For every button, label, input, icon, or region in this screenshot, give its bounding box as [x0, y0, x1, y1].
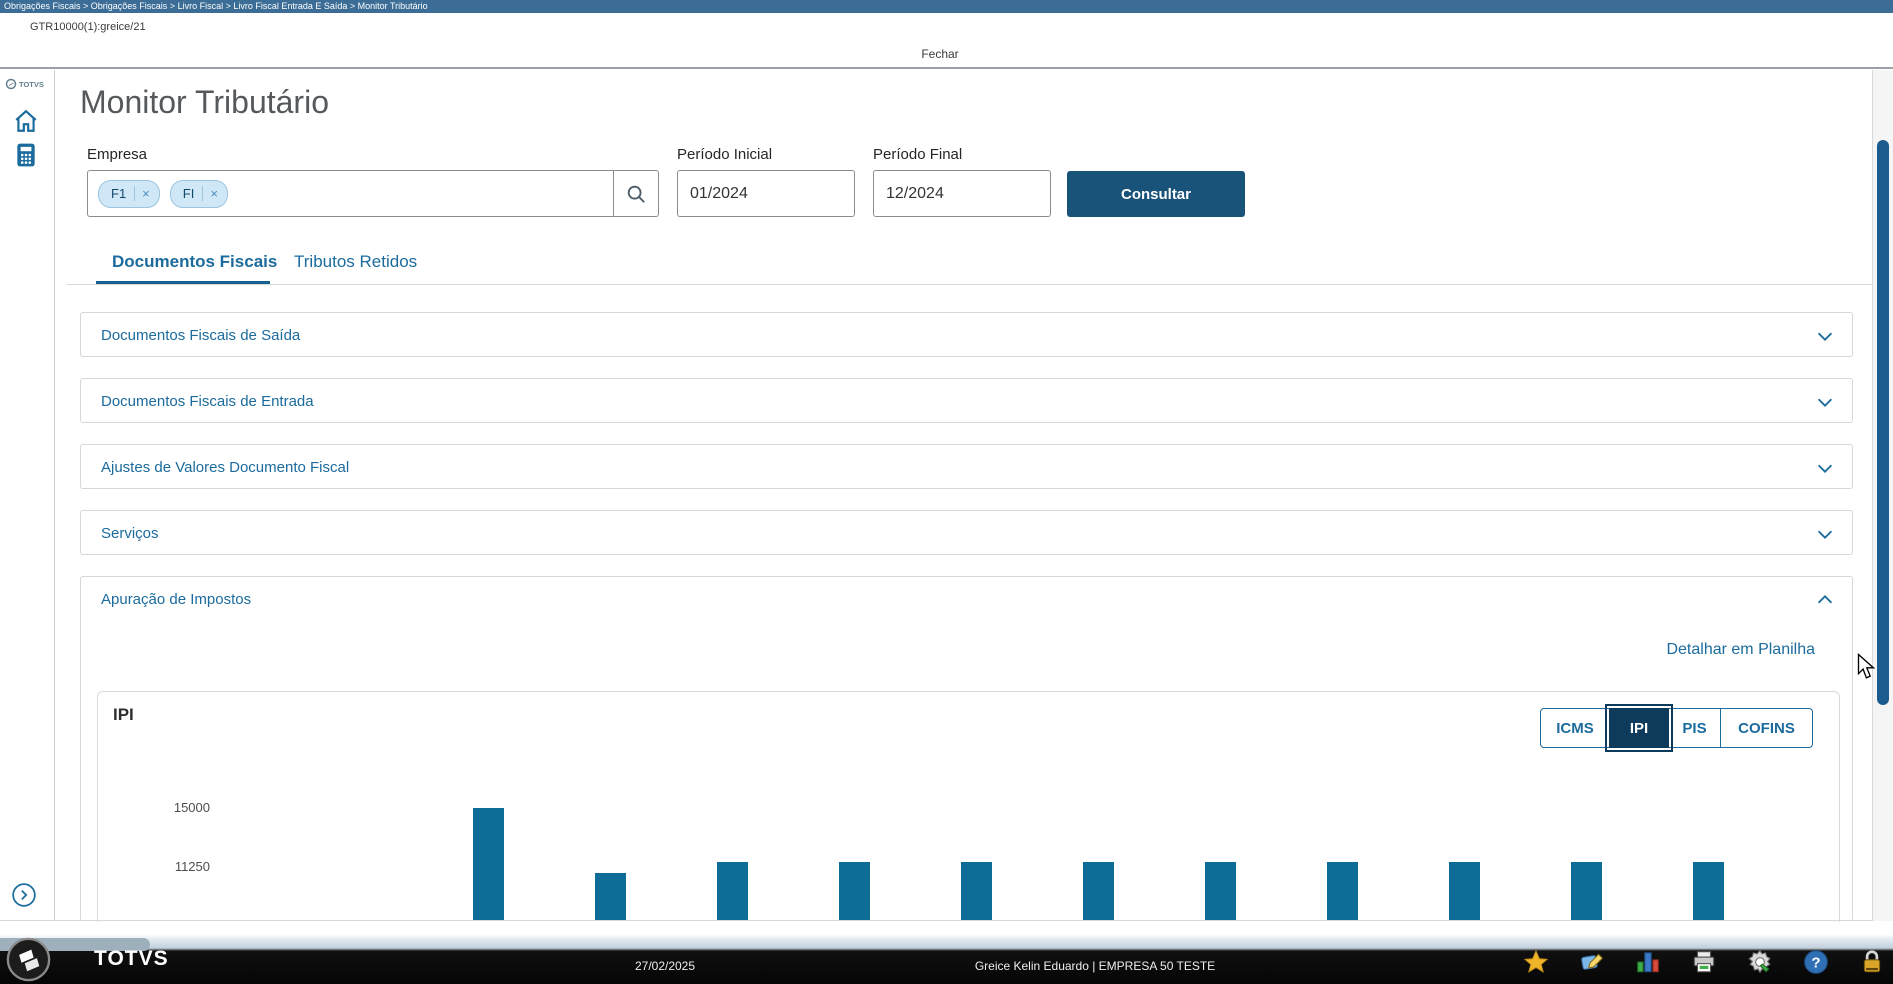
printer-icon[interactable] — [1691, 949, 1717, 975]
empresa-input[interactable]: F1 × FI × — [87, 170, 659, 217]
scrollbar-thumb[interactable] — [1877, 140, 1889, 705]
empresa-label: Empresa — [87, 146, 148, 163]
chart-bar — [1571, 862, 1602, 920]
chart-title: IPI — [113, 705, 134, 724]
tax-button-pis[interactable]: PIS — [1668, 708, 1721, 748]
tab-documentos-fiscais[interactable]: Documentos Fiscais — [112, 252, 277, 272]
taskbar: TOTVS 27/02/2025 Greice Kelin Eduardo | … — [0, 935, 1893, 984]
panel-title: Serviços — [101, 525, 159, 542]
panel-title: Apuração de Impostos — [101, 591, 252, 608]
periodo-final-value: 12/2024 — [886, 184, 944, 202]
settings-gear-icon[interactable] — [1747, 949, 1773, 975]
periodo-inicial-value: 01/2024 — [690, 184, 748, 202]
edit-note-icon[interactable] — [1579, 949, 1605, 975]
tag-remove-icon[interactable]: × — [134, 186, 159, 201]
chevron-up-icon — [1817, 595, 1833, 604]
chart-bar — [473, 808, 504, 920]
sidebar-item-home[interactable] — [13, 108, 39, 134]
chart-bar — [595, 872, 626, 920]
content-bottom-border — [0, 920, 1872, 921]
program-tab[interactable]: GTR10000(1):greice/21 — [30, 21, 146, 33]
svg-text:?: ? — [1811, 954, 1820, 971]
panel-serviços[interactable]: Serviços — [80, 510, 1853, 555]
tabs-baseline — [66, 284, 1872, 285]
chart-bar — [1205, 862, 1236, 920]
sidebar-expand-button[interactable] — [11, 882, 37, 908]
system-tray: ? — [1523, 949, 1885, 975]
panel-toggle-button[interactable] — [1814, 457, 1836, 479]
empresa-tag-label: FI — [182, 186, 195, 201]
tab-tributos-retidos[interactable]: Tributos Retidos — [294, 252, 417, 272]
empresa-tag[interactable]: F1 × — [98, 179, 160, 208]
search-icon — [627, 185, 645, 203]
help-icon[interactable]: ? — [1803, 949, 1829, 975]
empresa-tag[interactable]: FI × — [169, 179, 228, 208]
totvs-mini-logo: TOTVS — [5, 78, 51, 90]
periodo-final-field[interactable]: 12/2024 — [873, 170, 1051, 217]
chevron-right-circle-icon — [12, 883, 36, 907]
consultar-button[interactable]: Consultar — [1067, 171, 1245, 217]
panel-title: Ajustes de Valores Documento Fiscal — [101, 459, 350, 476]
tax-button-cofins[interactable]: COFINS — [1720, 708, 1813, 748]
chart-bar — [1327, 862, 1358, 920]
totvs-taskbar-logo — [6, 937, 51, 982]
panel-ajustes-de-valores-documento-fiscal[interactable]: Ajustes de Valores Documento Fiscal — [80, 444, 1853, 489]
active-tab-underline — [96, 281, 270, 284]
chart-bar — [839, 862, 870, 920]
chevron-down-icon — [1817, 332, 1833, 341]
close-window-button[interactable]: Fechar — [860, 47, 1020, 61]
panel-toggle-button[interactable] — [1814, 589, 1836, 611]
panel-title: Documentos Fiscais de Saída — [101, 327, 301, 344]
sidebar: TOTVS — [0, 70, 55, 921]
chart-bar — [1449, 862, 1480, 920]
tax-button-icms[interactable]: ICMS — [1540, 708, 1610, 748]
tax-toggle-group: ICMS IPI PIS COFINS — [1540, 704, 1813, 752]
periodo-final-label: Período Final — [873, 146, 963, 163]
totvs-ring-icon — [5, 78, 17, 90]
chevron-down-icon — [1817, 464, 1833, 473]
favorites-star-icon[interactable] — [1523, 949, 1549, 975]
periodo-inicial-field[interactable]: 01/2024 — [677, 170, 855, 217]
window-divider — [0, 67, 1893, 69]
empresa-tag-list: F1 × FI × — [98, 179, 613, 208]
home-icon — [15, 109, 37, 132]
panel-title: Documentos Fiscais de Entrada — [101, 393, 314, 410]
lock-icon[interactable] — [1859, 949, 1885, 975]
empresa-tag-label: F1 — [111, 186, 127, 201]
totvs-mini-label: TOTVS — [19, 79, 44, 89]
chart-3d-icon[interactable] — [1635, 949, 1661, 975]
panel-documentos-fiscais-de-entrada[interactable]: Documentos Fiscais de Entrada — [80, 378, 1853, 423]
chart-bar — [1083, 862, 1114, 920]
chevron-down-icon — [1817, 530, 1833, 539]
taskbar-user-info: Greice Kelin Eduardo | EMPRESA 50 TESTE — [974, 959, 1216, 973]
y-tick-label: 15000 — [173, 800, 210, 815]
page-title: Monitor Tributário — [80, 84, 329, 120]
sidebar-item-calculator[interactable] — [13, 142, 39, 168]
panel-toggle-button[interactable] — [1814, 391, 1836, 413]
detalhar-em-planilha-link[interactable]: Detalhar em Planilha — [1515, 641, 1815, 659]
chevron-down-icon — [1817, 398, 1833, 407]
panel-toggle-button[interactable] — [1814, 523, 1836, 545]
periodo-inicial-label: Período Inicial — [677, 146, 773, 163]
tag-remove-icon[interactable]: × — [202, 186, 227, 201]
taskbar-date: 27/02/2025 — [634, 959, 696, 973]
panel-toggle-button[interactable] — [1814, 325, 1836, 347]
window-title-breadcrumb: Obrigações Fiscais > Obrigações Fiscais … — [0, 0, 1893, 13]
tax-button-ipi[interactable]: IPI — [1605, 704, 1673, 752]
chart-bar — [1693, 862, 1724, 920]
calculator-icon — [17, 143, 35, 167]
chart-bar — [961, 862, 992, 920]
y-tick-label: 11250 — [174, 859, 210, 874]
panel-documentos-fiscais-de-saída[interactable]: Documentos Fiscais de Saída — [80, 312, 1853, 357]
taskbar-brand: TOTVS — [94, 947, 169, 970]
empresa-search-button[interactable] — [613, 171, 658, 216]
chart-bar — [717, 862, 748, 920]
